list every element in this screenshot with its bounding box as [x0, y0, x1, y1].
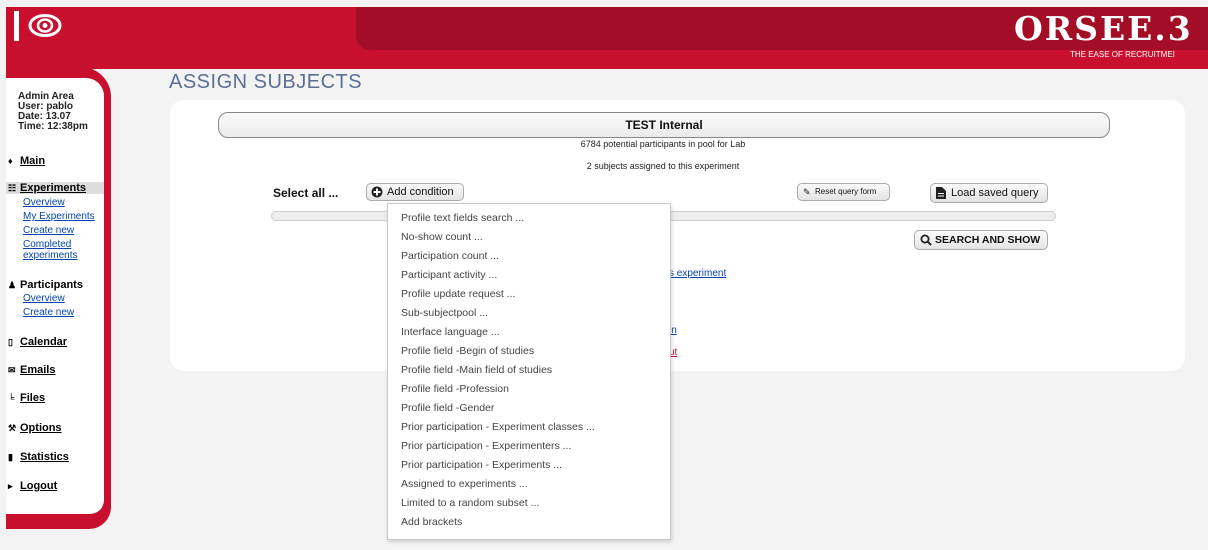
select-all-label[interactable]: Select all ...: [273, 186, 338, 200]
nav-files[interactable]: ╘ Files: [8, 392, 45, 404]
main-icon: ♦: [8, 156, 13, 166]
nav-my-experiments[interactable]: My Experiments: [23, 212, 95, 222]
brand-logo: ORSEE.3: [1014, 9, 1193, 48]
dropdown-item[interactable]: Profile field -Profession: [401, 383, 509, 395]
experiments-icon: ☷: [8, 183, 17, 193]
options-icon: ⚒: [8, 423, 17, 433]
dropdown-item[interactable]: Add brackets: [401, 516, 462, 528]
nav-experiments-create-new[interactable]: Create new: [23, 226, 74, 236]
nav-main[interactable]: ♦ Main: [8, 155, 45, 167]
dropdown-item[interactable]: Participation count ...: [401, 250, 499, 262]
dropdown-item[interactable]: Prior participation - Experimenters ...: [401, 440, 571, 452]
add-condition-button[interactable]: Add condition: [366, 183, 464, 201]
document-icon: [936, 187, 946, 199]
dropdown-item[interactable]: Profile field -Main field of studies: [401, 364, 552, 376]
search-and-show-button[interactable]: SEARCH AND SHOW: [914, 230, 1048, 250]
dropdown-item[interactable]: Profile field -Begin of studies: [401, 345, 534, 357]
nav-completed-experiments-2[interactable]: experiments: [23, 251, 77, 261]
nav-options[interactable]: ⚒ Options: [8, 422, 62, 434]
dropdown-item[interactable]: Profile update request ...: [401, 288, 515, 300]
nav-experiments[interactable]: ☷ Experiments: [6, 182, 104, 194]
nav-logout[interactable]: ▸ Logout: [8, 480, 57, 492]
eraser-icon: ✎: [803, 187, 811, 197]
nav-emails[interactable]: ✉ Emails: [8, 364, 55, 376]
reset-query-button[interactable]: ✎ Reset query form: [797, 183, 890, 201]
nav-participants-create-new[interactable]: Create new: [23, 308, 74, 318]
nav-experiments-overview[interactable]: Overview: [23, 198, 65, 208]
pool-info: 6784 potential participants in pool for …: [580, 139, 746, 149]
nav-participants[interactable]: ♟ Participants: [8, 279, 83, 291]
nav-calendar[interactable]: ▯ Calendar: [8, 336, 67, 348]
logout-icon: ▸: [8, 481, 13, 491]
dropdown-item[interactable]: Assigned to experiments ...: [401, 478, 528, 490]
email-icon: ✉: [8, 365, 16, 375]
participants-icon: ♟: [8, 280, 17, 290]
assigned-info: 2 subjects assigned to this experiment: [586, 161, 740, 171]
dropdown-item[interactable]: Interface language ...: [401, 326, 500, 338]
dropdown-item[interactable]: Profile field -Gender: [401, 402, 494, 414]
eye-logo-icon[interactable]: [28, 13, 62, 38]
nav-statistics[interactable]: ▮ Statistics: [8, 451, 69, 463]
dropdown-item[interactable]: Participant activity ...: [401, 269, 497, 281]
page-title: ASSIGN SUBJECTS: [169, 71, 363, 93]
logo-bar: [14, 11, 19, 41]
experiment-link-partial[interactable]: s experiment: [669, 268, 726, 279]
files-icon: ╘: [8, 393, 15, 403]
dropdown-item[interactable]: Prior participation - Experiment classes…: [401, 421, 595, 433]
admin-time: Time: 12:38pm: [18, 121, 88, 132]
dropdown-item[interactable]: Profile text fields search ...: [401, 212, 524, 224]
load-saved-query-button[interactable]: Load saved query: [930, 183, 1048, 203]
brand-tagline: THE EASE OF RECRUITMEI: [1070, 50, 1175, 59]
plus-circle-icon: [371, 186, 383, 198]
admin-info: Admin Area User: pablo Date: 13.07 Time:…: [18, 92, 88, 132]
magnifier-icon: [920, 234, 932, 246]
statistics-icon: ▮: [8, 452, 13, 462]
dropdown-item[interactable]: Sub-subjectpool ...: [401, 307, 488, 319]
experiment-title-bar: TEST Internal: [218, 112, 1110, 138]
dropdown-item[interactable]: Prior participation - Experiments ...: [401, 459, 562, 471]
calendar-icon: ▯: [8, 337, 13, 347]
nav-participants-overview[interactable]: Overview: [23, 294, 65, 304]
dropdown-item[interactable]: Limited to a random subset ...: [401, 497, 539, 509]
dropdown-item[interactable]: No-show count ...: [401, 231, 483, 243]
nav-completed-experiments[interactable]: Completed: [23, 240, 71, 250]
add-condition-dropdown: Profile text fields search ... No-show c…: [387, 203, 671, 540]
